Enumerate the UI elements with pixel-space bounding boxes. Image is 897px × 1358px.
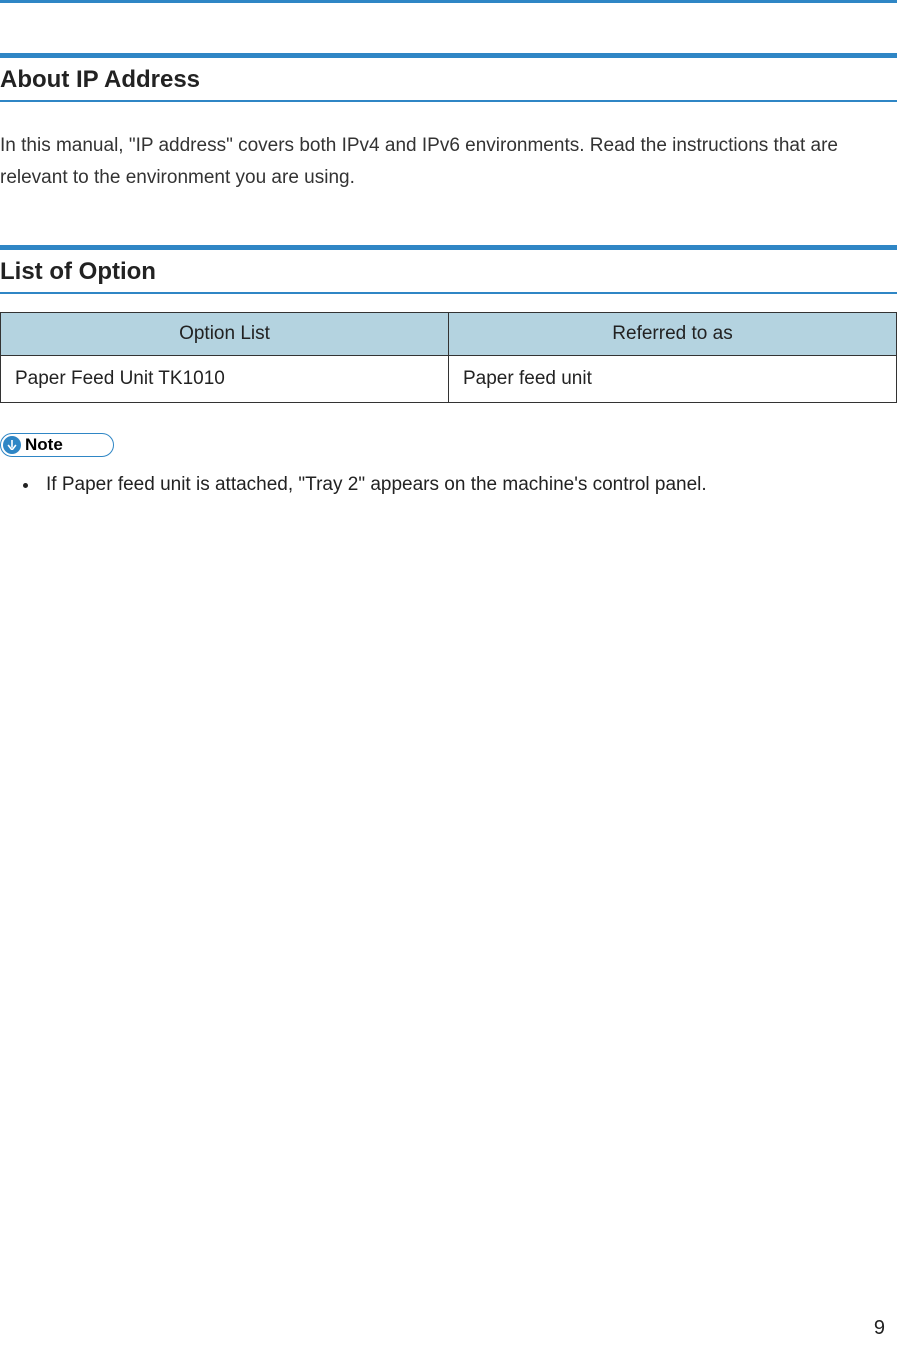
heading-list-of-option: List of Option bbox=[0, 258, 897, 286]
down-arrow-icon bbox=[3, 436, 21, 454]
section-list-of-option: List of Option bbox=[0, 245, 897, 294]
note-item: If Paper feed unit is attached, "Tray 2"… bbox=[40, 469, 897, 501]
rule-thin bbox=[0, 292, 897, 294]
rule-thick bbox=[0, 245, 897, 250]
table-cell-option: Paper Feed Unit TK1010 bbox=[1, 355, 449, 402]
page-top-rule bbox=[0, 0, 897, 3]
option-table: Option List Referred to as Paper Feed Un… bbox=[0, 312, 897, 403]
table-row: Paper Feed Unit TK1010 Paper feed unit bbox=[1, 355, 897, 402]
table-cell-referred: Paper feed unit bbox=[449, 355, 897, 402]
heading-about-ip: About IP Address bbox=[0, 66, 897, 94]
rule-thick bbox=[0, 53, 897, 58]
note-list: If Paper feed unit is attached, "Tray 2"… bbox=[40, 469, 897, 501]
table-header-option-list: Option List bbox=[1, 312, 449, 355]
note-badge: Note bbox=[0, 433, 114, 457]
table-header-referred-to-as: Referred to as bbox=[449, 312, 897, 355]
table-header-row: Option List Referred to as bbox=[1, 312, 897, 355]
note-label: Note bbox=[25, 435, 63, 455]
section-about-ip: About IP Address bbox=[0, 53, 897, 102]
paragraph-ip-body: In this manual, "IP address" covers both… bbox=[0, 130, 880, 195]
rule-thin bbox=[0, 100, 897, 102]
page-number: 9 bbox=[874, 1317, 885, 1340]
